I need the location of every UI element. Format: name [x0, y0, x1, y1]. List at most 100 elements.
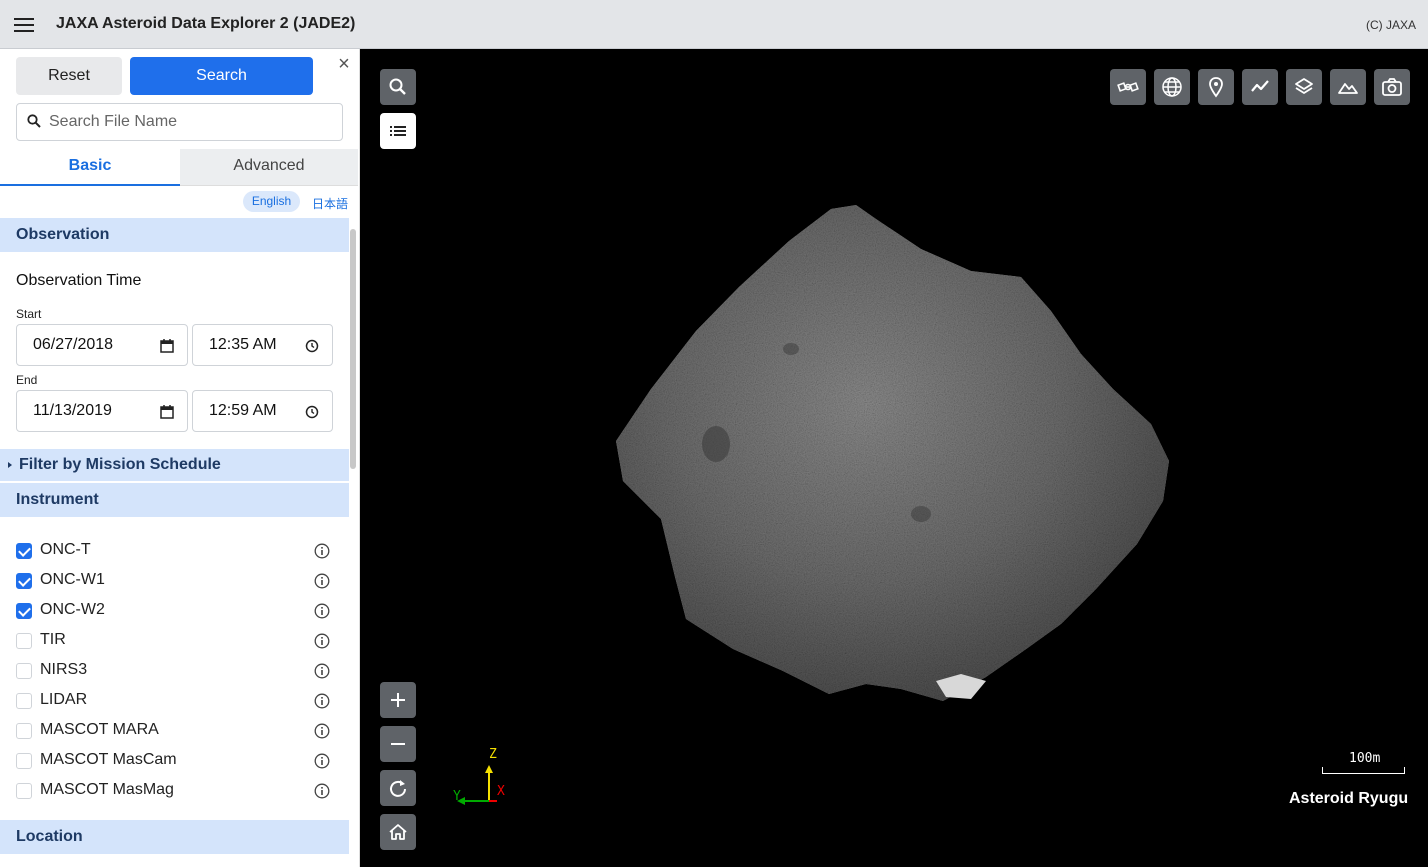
- search-icon: [389, 78, 406, 95]
- clock-icon[interactable]: [304, 404, 320, 420]
- scale-label: 100m: [1349, 751, 1381, 766]
- info-icon[interactable]: [314, 573, 330, 589]
- info-icon[interactable]: [314, 723, 330, 739]
- copyright-text: (C) JAXA: [1365, 18, 1416, 32]
- start-time-field[interactable]: 12:35 AM: [192, 324, 333, 366]
- instrument-checkbox[interactable]: [16, 753, 32, 769]
- section-location: Location: [0, 820, 349, 854]
- zoom-in-button[interactable]: [380, 682, 416, 718]
- instrument-checkbox[interactable]: [16, 573, 32, 589]
- target-name: Asteroid Ryugu: [1289, 790, 1409, 807]
- tab-advanced[interactable]: Advanced: [180, 149, 358, 186]
- instrument-checkbox[interactable]: [16, 633, 32, 649]
- filter-mission-schedule-label: Filter by Mission Schedule: [19, 456, 221, 473]
- language-english[interactable]: English: [243, 191, 300, 212]
- terrain-button[interactable]: [1330, 69, 1366, 105]
- calendar-icon[interactable]: [159, 338, 175, 354]
- instrument-checkbox[interactable]: [16, 783, 32, 799]
- search-sidebar: Reset Search × Basic Advanced English 日本…: [0, 49, 360, 867]
- end-label: End: [16, 373, 38, 387]
- minus-icon: [391, 743, 405, 745]
- list-button[interactable]: [380, 113, 416, 149]
- start-date-value: 06/27/2018: [33, 336, 114, 353]
- rotate-button[interactable]: [380, 770, 416, 806]
- info-icon[interactable]: [314, 753, 330, 769]
- search-tool-button[interactable]: [380, 69, 416, 105]
- language-japanese[interactable]: 日本語: [312, 195, 348, 212]
- home-icon: [389, 824, 407, 840]
- instrument-checkbox[interactable]: [16, 723, 32, 739]
- instrument-label: MASCOT MARA: [40, 721, 159, 738]
- info-icon[interactable]: [314, 603, 330, 619]
- instrument-row[interactable]: ONC-W2: [16, 596, 334, 626]
- plus-icon: [391, 693, 405, 707]
- menu-icon[interactable]: [14, 18, 34, 32]
- instrument-label: ONC-T: [40, 541, 91, 558]
- file-name-input[interactable]: [49, 110, 334, 134]
- instrument-row[interactable]: ONC-T: [16, 536, 334, 566]
- instrument-row[interactable]: MASCOT MasMag: [16, 776, 334, 806]
- instrument-row[interactable]: LIDAR: [16, 686, 334, 716]
- instrument-label: ONC-W1: [40, 571, 105, 588]
- layers-icon: [1295, 78, 1313, 94]
- spacecraft-icon: [1117, 82, 1139, 92]
- instrument-label: LIDAR: [40, 691, 88, 708]
- instrument-row[interactable]: MASCOT MasCam: [16, 746, 334, 776]
- tab-basic[interactable]: Basic: [0, 149, 180, 186]
- asteroid-model[interactable]: [361, 49, 1428, 867]
- end-time-value: 12:59 AM: [209, 402, 277, 419]
- end-date-field[interactable]: 11/13/2019: [16, 390, 188, 432]
- start-time-value: 12:35 AM: [209, 336, 277, 353]
- search-icon: [27, 114, 41, 128]
- camera-button[interactable]: [1374, 69, 1410, 105]
- app-bar: JAXA Asteroid Data Explorer 2 (JADE2) (C…: [0, 0, 1428, 49]
- terrain-icon: [1338, 83, 1358, 94]
- reset-button[interactable]: Reset: [16, 57, 122, 95]
- calendar-icon[interactable]: [159, 404, 175, 420]
- rotate-icon: [390, 780, 406, 797]
- scale-bar: [1322, 767, 1405, 774]
- layers-button[interactable]: [1286, 69, 1322, 105]
- instrument-label: ONC-W2: [40, 601, 105, 618]
- sidebar-scrollbar[interactable]: [350, 229, 356, 469]
- info-icon[interactable]: [314, 633, 330, 649]
- end-date-value: 11/13/2019: [33, 402, 112, 419]
- instrument-row[interactable]: TIR: [16, 626, 334, 656]
- clock-icon[interactable]: [304, 338, 320, 354]
- zoom-out-button[interactable]: [380, 726, 416, 762]
- filter-mission-schedule[interactable]: Filter by Mission Schedule: [0, 449, 349, 481]
- instrument-label: NIRS3: [40, 661, 88, 678]
- asteroid-viewer[interactable]: Z Y X 100m Asteroid Ryugu: [361, 49, 1428, 867]
- file-search-field[interactable]: [16, 103, 343, 141]
- close-icon[interactable]: ×: [335, 54, 353, 74]
- location-pin-button[interactable]: [1198, 69, 1234, 105]
- instrument-label: TIR: [40, 631, 66, 648]
- start-date-field[interactable]: 06/27/2018: [16, 324, 188, 366]
- section-observation: Observation: [0, 218, 349, 252]
- instrument-checkbox[interactable]: [16, 693, 32, 709]
- instrument-checkbox[interactable]: [16, 663, 32, 679]
- tab-bar: Basic Advanced: [0, 149, 358, 186]
- section-instrument: Instrument: [0, 483, 349, 517]
- instrument-checkbox[interactable]: [16, 543, 32, 559]
- spacecraft-button[interactable]: [1110, 69, 1146, 105]
- camera-icon: [1382, 78, 1402, 96]
- end-time-field[interactable]: 12:59 AM: [192, 390, 333, 432]
- globe-button[interactable]: [1154, 69, 1190, 105]
- axis-z-label: Z: [489, 747, 497, 762]
- home-button[interactable]: [380, 814, 416, 850]
- search-button[interactable]: Search: [130, 57, 313, 95]
- instrument-row[interactable]: ONC-W1: [16, 566, 334, 596]
- axis-x-label: X: [497, 784, 505, 799]
- instrument-row[interactable]: MASCOT MARA: [16, 716, 334, 746]
- line-chart-button[interactable]: [1242, 69, 1278, 105]
- axis-y-label: Y: [453, 789, 461, 804]
- info-icon[interactable]: [314, 663, 330, 679]
- info-icon[interactable]: [314, 783, 330, 799]
- start-label: Start: [16, 307, 42, 321]
- instrument-checkbox[interactable]: [16, 603, 32, 619]
- instrument-label: MASCOT MasCam: [40, 751, 177, 768]
- info-icon[interactable]: [314, 693, 330, 709]
- info-icon[interactable]: [314, 543, 330, 559]
- instrument-row[interactable]: NIRS3: [16, 656, 334, 686]
